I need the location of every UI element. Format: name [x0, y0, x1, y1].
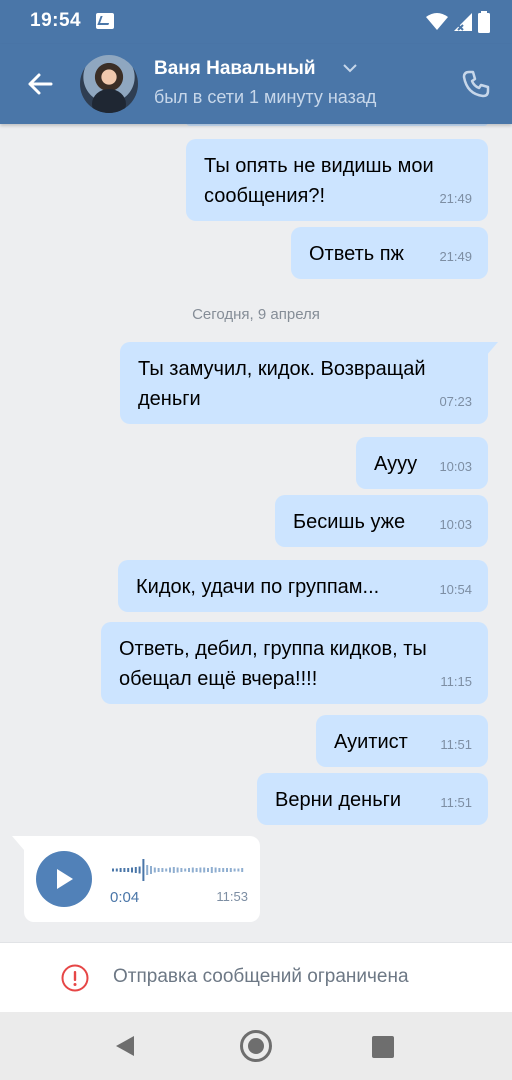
- phone-icon[interactable]: [460, 68, 492, 100]
- message-text: Ответь пж: [309, 243, 404, 265]
- contact-status: был в сети 1 минуту назад: [154, 87, 377, 107]
- message-bubble[interactable]: Ответь, дебил, группа кидков, ты обещал …: [101, 622, 488, 704]
- message-time: 11:15: [440, 674, 472, 689]
- back-button[interactable]: [22, 66, 58, 102]
- message-bubble-partial: [186, 124, 488, 126]
- battery-icon: [478, 11, 490, 33]
- notification-icon: [96, 13, 114, 29]
- message-text: Аууу: [374, 453, 418, 475]
- message-text: Ответь, дебил, группа кидков, ты обещал …: [119, 638, 427, 690]
- message-time: 11:51: [440, 795, 472, 810]
- waveform-bar: [226, 868, 228, 872]
- waveform-bar: [119, 868, 122, 872]
- waveform-bar: [214, 867, 217, 873]
- waveform-bar: [112, 868, 114, 872]
- message-text: Ты опять не видишь мои сообщения?!: [204, 155, 434, 207]
- wifi-icon: [426, 13, 448, 30]
- message-text: Верни деньги: [275, 789, 402, 811]
- message-time: 11:53: [216, 889, 248, 904]
- message-text: Бесишь уже: [293, 511, 406, 533]
- voice-message[interactable]: 0:04 11:53: [12, 836, 260, 922]
- waveform-bar: [115, 868, 118, 872]
- waveform-bar: [138, 866, 141, 874]
- message-time: 21:49: [439, 249, 472, 264]
- waveform-bar: [134, 867, 137, 873]
- message-bubble[interactable]: Ответь пж 21:49: [291, 227, 488, 279]
- status-icons: [426, 11, 490, 33]
- restriction-notice: Отправка сообщений ограничена: [113, 966, 409, 987]
- waveform-bar: [241, 868, 244, 872]
- waveform-bar: [237, 868, 240, 872]
- message-bubble[interactable]: Верни деньги 11:51: [257, 773, 488, 825]
- play-button[interactable]: [36, 851, 92, 907]
- waveform-bar: [191, 867, 194, 873]
- chat-header: Ваня Навальный был в сети 1 минуту назад: [0, 44, 512, 124]
- warning-icon: [61, 964, 89, 992]
- nav-back-icon[interactable]: [114, 1034, 136, 1058]
- waveform-bar: [123, 868, 126, 872]
- waveform-bar: [229, 868, 232, 872]
- waveform-bar: [172, 867, 175, 873]
- messaging-restricted-bar: Отправка сообщений ограничена: [0, 942, 512, 1012]
- nav-home-icon[interactable]: [240, 1030, 272, 1062]
- status-time: 19:54: [30, 10, 82, 31]
- waveform-bar: [188, 868, 190, 872]
- waveform-bar: [195, 868, 198, 872]
- message-time: 10:54: [439, 582, 472, 597]
- waveform-bar: [180, 868, 183, 872]
- waveform-bar: [210, 867, 213, 873]
- waveform-bar: [222, 868, 225, 872]
- system-nav-bar: [0, 1012, 512, 1080]
- date-separator: Сегодня, 9 апреля: [192, 306, 320, 323]
- waveform-bar: [161, 868, 164, 872]
- message-time: 11:51: [440, 737, 472, 752]
- waveform-bar: [165, 868, 168, 872]
- message-time: 10:03: [439, 517, 472, 532]
- voice-duration: 0:04: [110, 889, 140, 906]
- status-bar: 19:54: [0, 0, 512, 44]
- waveform-bar: [218, 868, 221, 872]
- waveform[interactable]: [110, 856, 248, 884]
- nav-recent-apps-icon[interactable]: [372, 1036, 394, 1058]
- waveform-bar: [142, 859, 145, 881]
- waveform-bar: [169, 867, 171, 873]
- message-bubble[interactable]: Аууу 10:03: [356, 437, 488, 489]
- message-time: 21:49: [439, 191, 472, 206]
- contact-name[interactable]: Ваня Навальный: [154, 58, 316, 80]
- message-bubble[interactable]: Ауитист 11:51: [316, 715, 488, 767]
- message-list[interactable]: Ты опять не видишь мои сообщения?! 21:49…: [0, 124, 512, 942]
- waveform-bar: [127, 868, 130, 872]
- waveform-bar: [157, 868, 160, 872]
- arrow-left-icon: [28, 73, 53, 95]
- waveform-bar: [199, 867, 202, 873]
- message-bubble[interactable]: Ты замучил, кидок. Возвращай деньги 07:2…: [120, 342, 498, 424]
- message-text: Ты замучил, кидок. Возвращай деньги: [138, 358, 426, 410]
- waveform-bar: [131, 867, 133, 873]
- message-bubble[interactable]: Ты опять не видишь мои сообщения?! 21:49: [186, 139, 488, 221]
- waveform-bar: [153, 867, 156, 873]
- waveform-bar: [207, 868, 209, 872]
- avatar[interactable]: [80, 55, 138, 113]
- waveform-bar: [203, 867, 206, 873]
- message-text: Ауитист: [334, 731, 408, 753]
- waveform-bar: [233, 868, 236, 872]
- message-bubble[interactable]: Бесишь уже 10:03: [275, 495, 488, 547]
- waveform-bar: [176, 867, 179, 873]
- message-text: Кидок, удачи по группам...: [136, 576, 380, 598]
- signal-icon: [454, 13, 472, 31]
- message-time: 07:23: [439, 394, 472, 409]
- chevron-down-icon[interactable]: [342, 62, 358, 74]
- waveform-bar: [184, 868, 187, 872]
- play-icon: [57, 869, 73, 889]
- waveform-bar: [146, 865, 149, 875]
- waveform-bar: [150, 866, 152, 874]
- message-bubble[interactable]: Кидок, удачи по группам... 10:54: [118, 560, 488, 612]
- message-time: 10:03: [439, 459, 472, 474]
